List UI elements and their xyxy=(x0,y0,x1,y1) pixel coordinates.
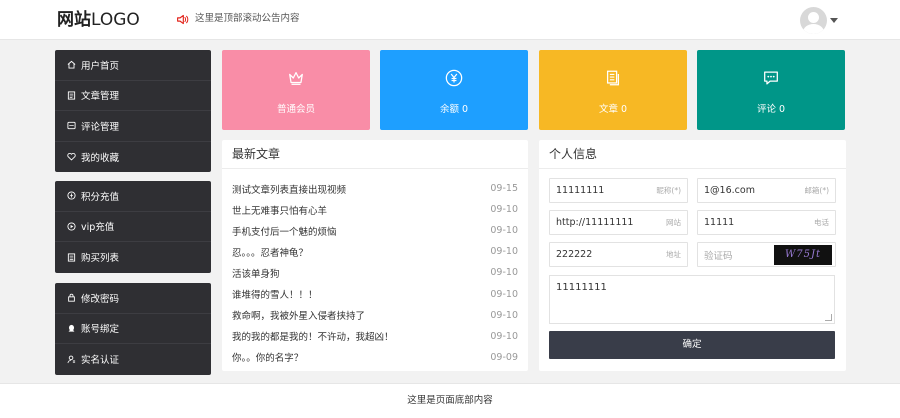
list-item[interactable]: 测试文章列表直接出现视频 09-15 xyxy=(222,178,528,199)
sidebar-item-articles[interactable]: 文章管理 xyxy=(55,81,211,111)
user-id-icon xyxy=(67,355,76,363)
sidebar-item-points-recharge[interactable]: 积分充值 xyxy=(55,181,211,212)
page-footer: 这里是页面底部内容 xyxy=(0,383,900,418)
site-logo[interactable]: 网站LOGO xyxy=(57,10,140,30)
sidebar-item-label: 购买列表 xyxy=(81,253,120,265)
list-item[interactable]: 世上无难事只怕有心羊 09-10 xyxy=(222,199,528,220)
sidebar-item-favorites[interactable]: 我的收藏 xyxy=(55,142,211,173)
yen-icon xyxy=(445,69,463,87)
sidebar-item-label: 文章管理 xyxy=(81,91,120,103)
article-list: 测试文章列表直接出现视频 09-15 世上无难事只怕有心羊 09-10 手机支付后一… xyxy=(222,169,528,368)
list-icon xyxy=(67,253,76,262)
profile-title: 个人信息 xyxy=(539,140,846,169)
submit-button[interactable]: 确定 xyxy=(549,331,835,359)
sidebar-item-label: 用户首页 xyxy=(81,60,120,72)
comments-count-label: 评论 0 xyxy=(756,104,786,115)
coin-icon xyxy=(67,191,76,200)
list-item[interactable]: 谁堆得的雪人！！！ 09-10 xyxy=(222,283,528,304)
sidebar-group-security: 修改密码 账号绑定 实名认证 xyxy=(55,283,211,375)
list-item[interactable]: 手机支付后一个魅的烦恼 09-10 xyxy=(222,220,528,241)
sidebar-item-real-name-auth[interactable]: 实名认证 xyxy=(55,344,211,375)
list-item[interactable]: 忍。。。忍者神龟？ 09-10 xyxy=(222,241,528,262)
nickname-field[interactable]: 11111111 昵称(*) xyxy=(549,178,688,203)
lock-icon xyxy=(68,294,75,302)
profile-panel: 个人信息 11111111 昵称(*) 1@16.com 邮箱(*) http://… xyxy=(539,140,846,371)
sidebar-group-payment: 积分充值 vip充值 购买列表 xyxy=(55,181,211,273)
articles-icon xyxy=(606,70,620,86)
sidebar-item-label: 修改密码 xyxy=(81,293,120,305)
chat-icon xyxy=(764,71,778,85)
captcha-image[interactable]: W75Jt xyxy=(774,245,832,265)
document-icon xyxy=(67,91,76,100)
comment-box-icon xyxy=(67,122,76,130)
balance-card[interactable]: 余额 0 xyxy=(380,50,528,130)
articles-card[interactable]: 文章 0 xyxy=(539,50,687,130)
list-item[interactable]: 我的我的都是我的！不许动，我超凶！ 09-10 xyxy=(222,326,528,347)
top-header: 网站LOGO 这里是顶部滚动公告内容 xyxy=(0,0,900,40)
list-item[interactable]: 救命啊，我被外星入侵者挟持了 09-10 xyxy=(222,305,528,326)
captcha-field[interactable]: 验证码 W75Jt xyxy=(697,242,836,267)
top-notice: 这里是顶部滚动公告内容 xyxy=(176,12,300,26)
sidebar-item-label: 评论管理 xyxy=(81,121,120,133)
sidebar-item-vip-recharge[interactable]: vip充值 xyxy=(55,212,211,242)
latest-articles-panel: 最新文章 测试文章列表直接出现视频 09-15 世上无难事只怕有心羊 09-10 手… xyxy=(222,140,528,371)
member-level-card[interactable]: 普通会员 xyxy=(222,50,370,130)
balance-label: 余额 0 xyxy=(439,104,469,115)
notice-text: 这里是顶部滚动公告内容 xyxy=(195,13,300,24)
home-icon xyxy=(67,61,76,69)
phone-field[interactable]: 11111 电话 xyxy=(697,210,836,235)
speaker-icon xyxy=(177,14,189,24)
avatar[interactable] xyxy=(800,7,827,34)
sidebar-item-change-password[interactable]: 修改密码 xyxy=(55,283,211,314)
play-circle-icon xyxy=(67,222,76,231)
website-field[interactable]: http://11111111 网站 xyxy=(549,210,688,235)
sidebar-item-comments[interactable]: 评论管理 xyxy=(55,111,211,142)
qq-icon xyxy=(68,324,75,332)
sidebar-item-home[interactable]: 用户首页 xyxy=(55,50,211,81)
sidebar-item-account-binding[interactable]: 账号绑定 xyxy=(55,314,211,344)
sidebar-item-label: 实名认证 xyxy=(81,355,120,367)
sidebar-item-label: 我的收藏 xyxy=(81,152,120,164)
bio-textarea[interactable]: 11111111 xyxy=(549,275,835,324)
sidebar-item-label: vip充值 xyxy=(81,222,115,234)
chevron-down-icon[interactable] xyxy=(830,18,838,23)
list-item[interactable]: 你。。你的名字？ 09-09 xyxy=(222,347,528,368)
address-field[interactable]: 222222 地址 xyxy=(549,242,688,267)
articles-count-label: 文章 0 xyxy=(598,104,628,115)
sidebar-item-purchases[interactable]: 购买列表 xyxy=(55,242,211,273)
user-menu[interactable] xyxy=(800,7,838,34)
sidebar-item-label: 账号绑定 xyxy=(81,324,120,336)
member-level-label: 普通会员 xyxy=(276,104,315,115)
comments-card[interactable]: 评论 0 xyxy=(697,50,845,130)
list-item[interactable]: 活该单身狗 09-10 xyxy=(222,262,528,283)
latest-articles-title: 最新文章 xyxy=(222,140,528,169)
sidebar-group-account: 用户首页 文章管理 评论管理 我的收藏 xyxy=(55,50,211,172)
sidebar-item-label: 积分充值 xyxy=(81,191,120,203)
email-field[interactable]: 1@16.com 邮箱(*) xyxy=(697,178,836,203)
crown-icon xyxy=(289,71,303,85)
heart-icon xyxy=(67,153,76,161)
